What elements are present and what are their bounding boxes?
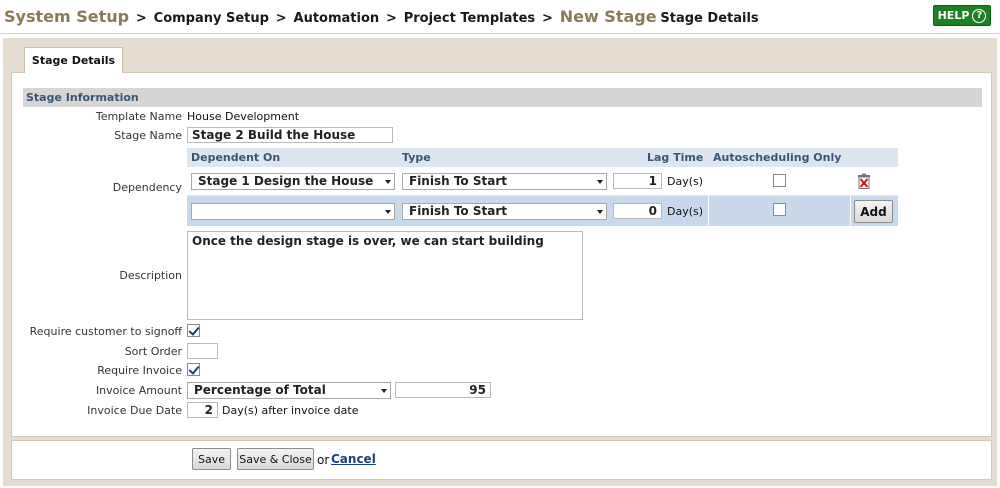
delete-icon[interactable] <box>857 173 871 189</box>
breadcrumb-separator: > <box>386 11 397 26</box>
signoff-label: Require customer to signoff <box>29 325 182 338</box>
cancel-link[interactable]: Cancel <box>331 452 376 466</box>
lag-unit: Day(s) <box>667 205 704 218</box>
sort-order-input[interactable] <box>187 343 218 359</box>
or-text: or <box>317 453 330 467</box>
invoice-amount-type-select[interactable]: Percentage of Total <box>187 382 391 399</box>
col-lag-time: Lag Time <box>647 151 704 164</box>
lag-time-input-new[interactable]: 0 <box>613 203 662 219</box>
dependency-type-value: Finish To Start <box>409 204 507 218</box>
page-header: System Setup > Company Setup > Automatio… <box>0 0 1000 34</box>
section-header: Stage Information <box>23 88 982 107</box>
breadcrumb-company-setup[interactable]: Company Setup <box>154 11 269 26</box>
sort-order-label: Sort Order <box>124 345 182 358</box>
signoff-checkbox[interactable] <box>187 324 200 337</box>
chevron-down-icon <box>597 210 603 214</box>
template-name-value: House Development <box>187 110 300 123</box>
question-icon: ? <box>972 8 987 23</box>
breadcrumb-stage-details: Stage Details <box>660 11 759 26</box>
invoice-due-label: Invoice Due Date <box>87 404 182 417</box>
footer-panel <box>11 440 992 480</box>
breadcrumb-automation[interactable]: Automation <box>294 11 380 26</box>
col-dependent-on: Dependent On <box>191 151 281 164</box>
chevron-down-icon <box>381 389 387 393</box>
invoice-due-input[interactable]: 2 <box>187 402 218 418</box>
autoscheduling-checkbox[interactable] <box>773 174 786 187</box>
require-invoice-checkbox[interactable] <box>187 363 200 376</box>
save-button[interactable]: Save <box>192 448 231 470</box>
chevron-down-icon <box>385 180 391 184</box>
add-dependency-button[interactable]: Add <box>854 200 893 223</box>
breadcrumb-project-templates[interactable]: Project Templates <box>404 11 535 26</box>
help-button[interactable]: HELP ? <box>933 5 991 26</box>
lag-unit: Day(s) <box>667 175 704 188</box>
dependency-type-select[interactable]: Finish To Start <box>402 173 607 190</box>
dependent-on-select[interactable]: Stage 1 Design the House <box>191 173 395 190</box>
breadcrumb: System Setup > Company Setup > Automatio… <box>4 7 759 26</box>
dependency-table-header: Dependent On Type Lag Time Autoschedulin… <box>187 148 898 167</box>
invoice-amount-label: Invoice Amount <box>95 384 182 397</box>
autoscheduling-checkbox-new[interactable] <box>773 203 786 216</box>
breadcrumb-separator: > <box>135 11 147 26</box>
invoice-due-suffix: Day(s) after invoice date <box>222 404 359 417</box>
col-autoscheduling: Autoscheduling Only <box>713 151 842 164</box>
require-invoice-label: Require Invoice <box>97 364 182 377</box>
stage-name-input[interactable]: Stage 2 Build the House <box>187 127 393 143</box>
col-type: Type <box>402 151 431 164</box>
breadcrumb-separator: > <box>275 11 287 26</box>
tab-stage-details[interactable]: Stage Details <box>24 47 123 73</box>
dependent-on-select-new[interactable] <box>191 203 395 220</box>
save-close-button[interactable]: Save & Close <box>237 448 314 470</box>
breadcrumb-new-stage: New Stage <box>559 7 657 26</box>
dependency-label: Dependency <box>112 181 182 194</box>
invoice-amount-input[interactable]: 95 <box>395 382 491 398</box>
breadcrumb-separator: > <box>541 11 553 26</box>
dependent-on-value: Stage 1 Design the House <box>198 174 374 188</box>
lag-time-input[interactable]: 1 <box>613 173 662 189</box>
column-divider <box>850 167 851 226</box>
stage-name-label: Stage Name <box>114 129 182 142</box>
help-label: HELP <box>937 9 970 22</box>
column-divider <box>708 167 709 226</box>
invoice-amount-type-value: Percentage of Total <box>194 383 326 397</box>
description-textarea[interactable]: Once the design stage is over, we can st… <box>187 231 583 320</box>
chevron-down-icon <box>597 180 603 184</box>
dependency-type-select-new[interactable]: Finish To Start <box>402 203 607 220</box>
chevron-down-icon <box>385 210 391 214</box>
template-name-label: Template Name <box>95 110 182 123</box>
description-label: Description <box>119 269 182 282</box>
dependency-type-value: Finish To Start <box>409 174 507 188</box>
breadcrumb-system-setup[interactable]: System Setup <box>4 7 129 26</box>
